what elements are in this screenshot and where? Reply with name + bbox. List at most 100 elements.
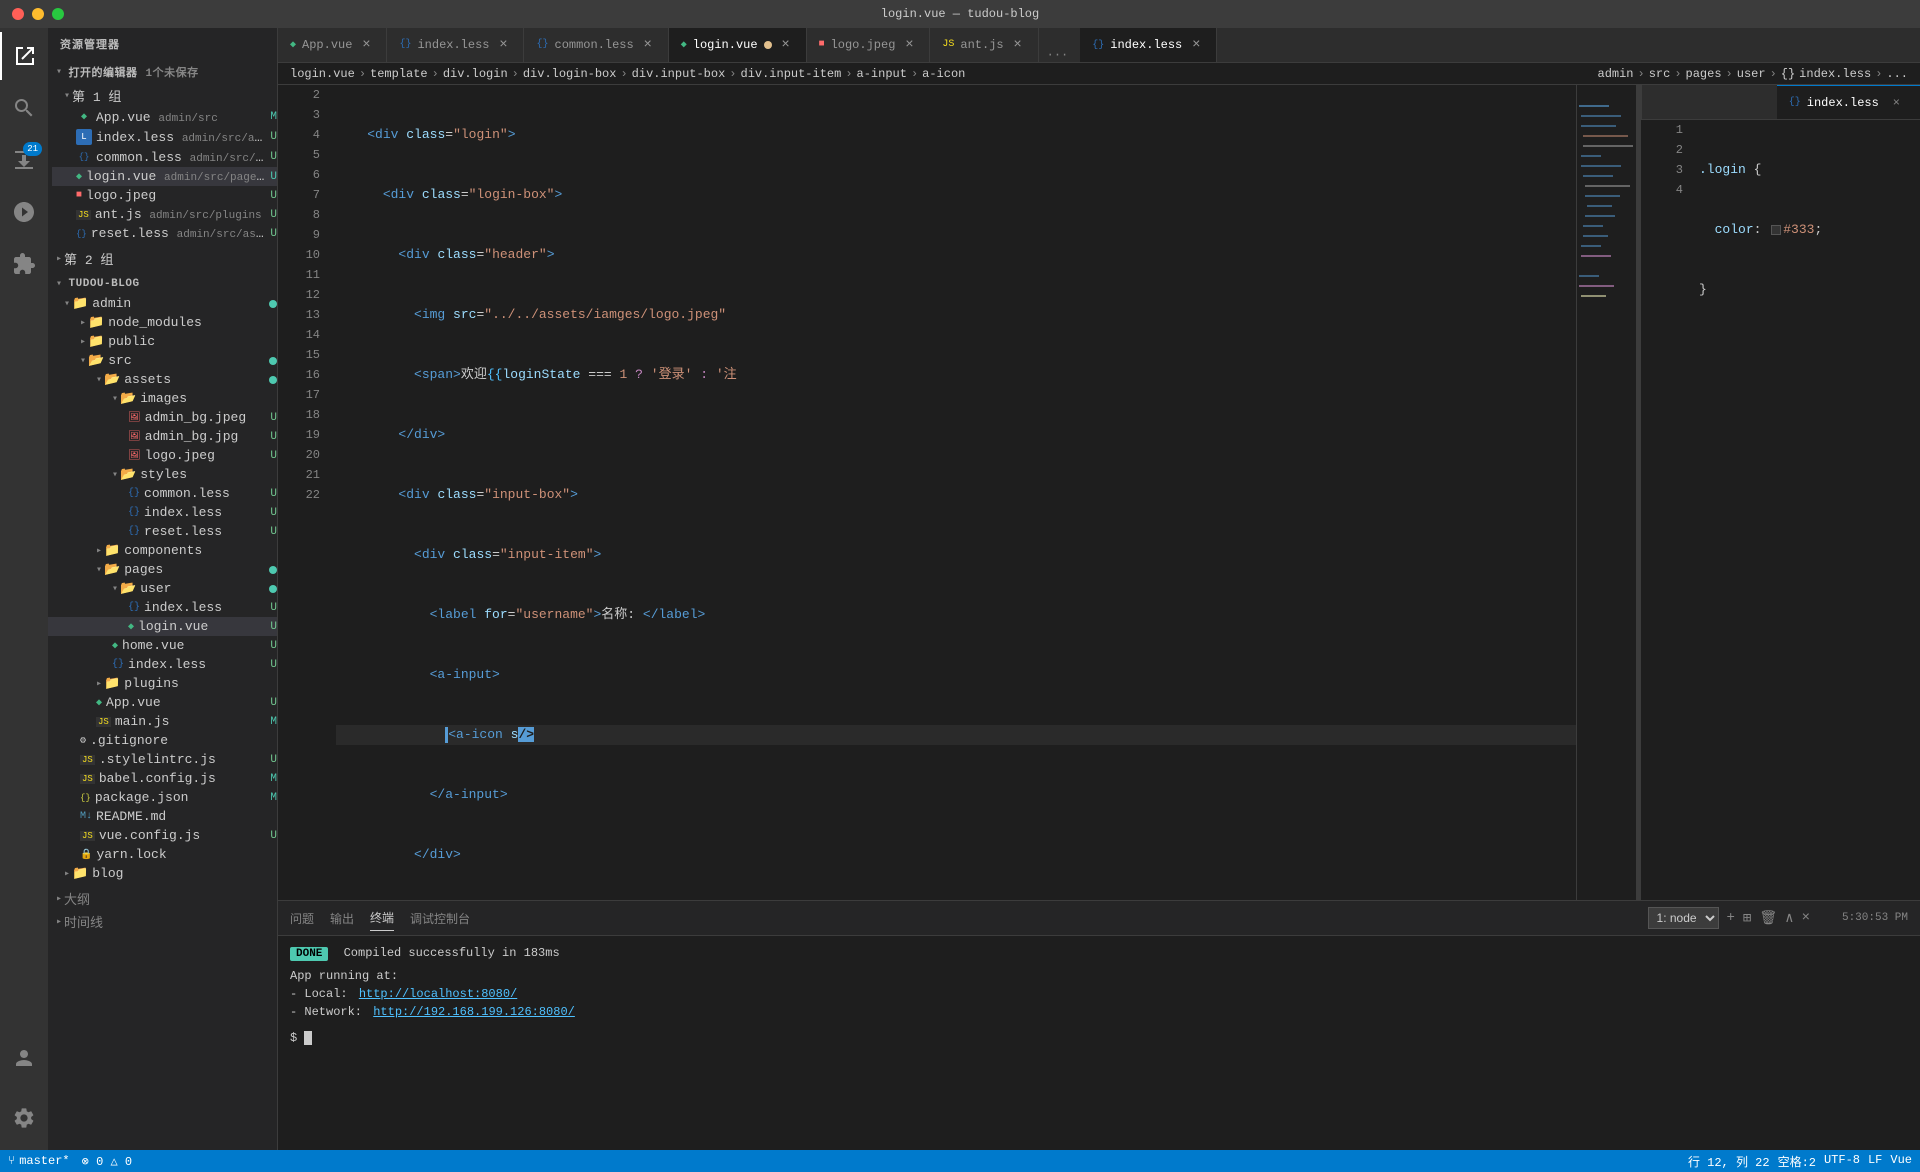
tab-close-logojpeg[interactable]: × [901, 37, 917, 53]
tab-loginvue[interactable]: ◆ login.vue × [669, 28, 807, 62]
encoding-status[interactable]: UTF-8 [1824, 1153, 1860, 1170]
tree-main-js[interactable]: JS main.js M [48, 712, 277, 731]
terminal-tab-zhongduan[interactable]: 终端 [370, 905, 394, 931]
tab-close-indexless-right[interactable]: × [1188, 37, 1204, 53]
tree-admin[interactable]: ▾ 📁 admin [48, 294, 277, 313]
tree-reset_less[interactable]: {} reset.less U [48, 522, 277, 541]
cursor-position[interactable]: 行 12, 列 22 [1688, 1153, 1770, 1170]
tree-admin_bg_jpg[interactable]: 🖼 admin_bg.jpg U [48, 427, 277, 446]
open-editor-resetless[interactable]: {} reset.less admin/src/asset... U [52, 224, 277, 243]
tab-appvue[interactable]: ◆ App.vue × [278, 28, 387, 62]
search-icon[interactable] [0, 84, 48, 132]
editor-area: 2 3 4 5 6 7 8 9 10 11 12 13 14 15 [278, 85, 1920, 900]
tree-plugins[interactable]: ▸ 📁 plugins [48, 674, 277, 693]
terminal-add-button[interactable]: + [1727, 910, 1735, 926]
tree-logo_jpeg[interactable]: 🖼 logo.jpeg U [48, 446, 277, 465]
group2-label[interactable]: ▸ 第 2 组 [48, 247, 277, 270]
extensions-icon[interactable] [0, 240, 48, 288]
tree-styles[interactable]: ▾ 📂 styles [48, 465, 277, 484]
tree-common_less[interactable]: {} common.less U [48, 484, 277, 503]
local-url[interactable]: http://localhost:8080/ [359, 987, 517, 1001]
tree-login-vue[interactable]: ◆ login.vue U [48, 617, 277, 636]
tree-home-vue[interactable]: ◆ home.vue U [48, 636, 277, 655]
tree-assets[interactable]: ▾ 📂 assets [48, 370, 277, 389]
code-line-14: </div> [336, 845, 1576, 865]
settings-icon[interactable] [0, 1094, 48, 1142]
open-editors-header[interactable]: ▾ 打开的编辑器 1个未保存 [48, 60, 277, 84]
open-editor-commonless[interactable]: {} common.less admin/src/a... U [52, 147, 277, 167]
tree-packagejson[interactable]: {} package.json M [48, 788, 277, 807]
tab-close-appvue[interactable]: × [358, 37, 374, 53]
tab-antjs[interactable]: JS ant.js × [930, 28, 1038, 62]
tab-logojpeg[interactable]: ■ logo.jpeg × [807, 28, 931, 62]
tree-pages-index-less[interactable]: {} index.less U [48, 655, 277, 674]
account-icon[interactable] [0, 1034, 48, 1082]
language-status[interactable]: Vue [1890, 1153, 1912, 1170]
tree-components[interactable]: ▸ 📁 components [48, 541, 277, 560]
tree-images[interactable]: ▾ 📂 images [48, 389, 277, 408]
code-content[interactable]: <div class="login"> <div class="login-bo… [328, 85, 1576, 900]
tree-admin_bg_jpeg[interactable]: 🖼 admin_bg.jpeg U [48, 408, 277, 427]
terminal-split-button[interactable]: ⊞ [1743, 910, 1751, 927]
errors-status[interactable]: ⊗ 0 △ 0 [82, 1154, 132, 1169]
right-code-line-2: color: #333; [1699, 220, 1920, 240]
tab-close-indexless[interactable]: × [495, 37, 511, 53]
tab-commonless[interactable]: {} common.less × [524, 28, 668, 62]
terminal-trash-button[interactable]: 🗑 [1759, 910, 1777, 927]
open-editor-appvue[interactable]: ◆ App.vue admin/src M [52, 107, 277, 127]
eol-status[interactable]: LF [1868, 1153, 1882, 1170]
tab-close-loginvue[interactable]: × [778, 37, 794, 53]
debug-icon[interactable] [0, 188, 48, 236]
git-branch[interactable]: ⑂ master* [8, 1154, 70, 1168]
tree-vueconfig[interactable]: JS vue.config.js U [48, 826, 277, 845]
terminal-tab-shuchu[interactable]: 输出 [330, 906, 354, 931]
project-header[interactable]: ▾ TUDOU-BLOG [48, 274, 277, 294]
tree-blog[interactable]: ▸ 📁 blog [48, 864, 277, 883]
tab-close-commonless[interactable]: × [640, 37, 656, 53]
terminal-node-select[interactable]: 1: node [1648, 907, 1719, 929]
group1[interactable]: ▾ 第 1 组 [56, 84, 277, 107]
tree-gitignore[interactable]: ⚙ .gitignore [48, 731, 277, 750]
tab-close-antjs[interactable]: × [1010, 37, 1026, 53]
group1-label: ▾ 第 1 组 [48, 84, 277, 107]
tabs-more[interactable]: ··· [1039, 48, 1077, 62]
code-line-10: <label for="username">名称: </label> [336, 605, 1576, 625]
tree-user-index-less[interactable]: {} index.less U [48, 598, 277, 617]
tree-public[interactable]: ▸ 📁 public [48, 332, 277, 351]
indent-status[interactable]: 空格:2 [1778, 1153, 1816, 1170]
main-code-editor[interactable]: 2 3 4 5 6 7 8 9 10 11 12 13 14 15 [278, 85, 1576, 900]
tab-indexless-right[interactable]: {} index.less × [1080, 28, 1217, 62]
tree-src[interactable]: ▾ 📂 src [48, 351, 277, 370]
maximize-button[interactable] [52, 8, 64, 20]
terminal-close-button[interactable]: × [1802, 910, 1810, 926]
right-code-editor[interactable]: 1 2 3 4 .login { color: #333; } [1641, 120, 1920, 900]
right-tab-indexless[interactable]: {} index.less × [1777, 85, 1920, 119]
tree-user[interactable]: ▾ 📂 user [48, 579, 277, 598]
close-button[interactable] [12, 8, 24, 20]
tree-index_less[interactable]: {} index.less U [48, 503, 277, 522]
tree-yarnlock[interactable]: 🔒 yarn.lock [48, 845, 277, 864]
minimize-button[interactable] [32, 8, 44, 20]
tab-indexless[interactable]: {} index.less × [387, 28, 524, 62]
open-editor-antjs[interactable]: JS ant.js admin/src/plugins U [52, 205, 277, 224]
terminal-tab-wenti[interactable]: 问题 [290, 906, 314, 931]
open-editor-indexless[interactable]: L index.less admin/src/a... U [52, 127, 277, 147]
terminal-collapse-button[interactable]: ∧ [1785, 910, 1793, 927]
tree-babelconfig[interactable]: JS babel.config.js M [48, 769, 277, 788]
tree-stylelintrc[interactable]: JS .stylelintrc.js U [48, 750, 277, 769]
tree-readme[interactable]: M↓ README.md [48, 807, 277, 826]
terminal-content[interactable]: DONE Compiled successfully in 183ms App … [278, 936, 1920, 1150]
network-url[interactable]: http://192.168.199.126:8080/ [373, 1005, 575, 1019]
tree-pages[interactable]: ▾ 📂 pages [48, 560, 277, 579]
explorer-icon[interactable] [0, 32, 48, 80]
right-panel-close-button[interactable]: × [1885, 96, 1908, 110]
tree-src-appvue[interactable]: ◆ App.vue U [48, 693, 277, 712]
tree-node_modules[interactable]: ▸ 📁 node_modules [48, 313, 277, 332]
scm-icon[interactable]: 21 [0, 136, 48, 184]
open-editor-loginvue[interactable]: ◆ login.vue admin/src/pages/u... U [52, 167, 277, 186]
terminal-tab-debug[interactable]: 调试控制台 [410, 906, 470, 931]
open-editor-logojpeg[interactable]: ■ logo.jpeg U [52, 186, 277, 205]
file-tree: ▾ TUDOU-BLOG ▾ 📁 admin ▸ 📁 node_modules … [48, 270, 277, 1150]
tree-shijian[interactable]: ▸ 时间线 [48, 910, 277, 933]
tree-dagou[interactable]: ▸ 大纲 [48, 887, 277, 910]
